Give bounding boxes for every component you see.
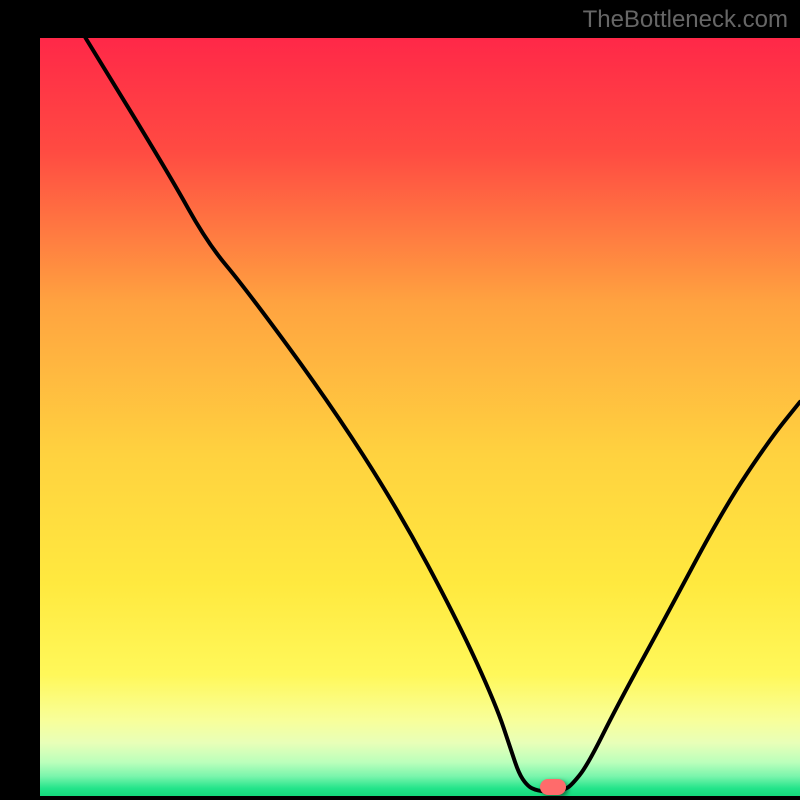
bottleneck-chart: TheBottleneck.com [0, 0, 800, 800]
chart-svg [0, 0, 800, 800]
watermark-text: TheBottleneck.com [583, 6, 788, 34]
optimal-point-marker [540, 779, 566, 795]
